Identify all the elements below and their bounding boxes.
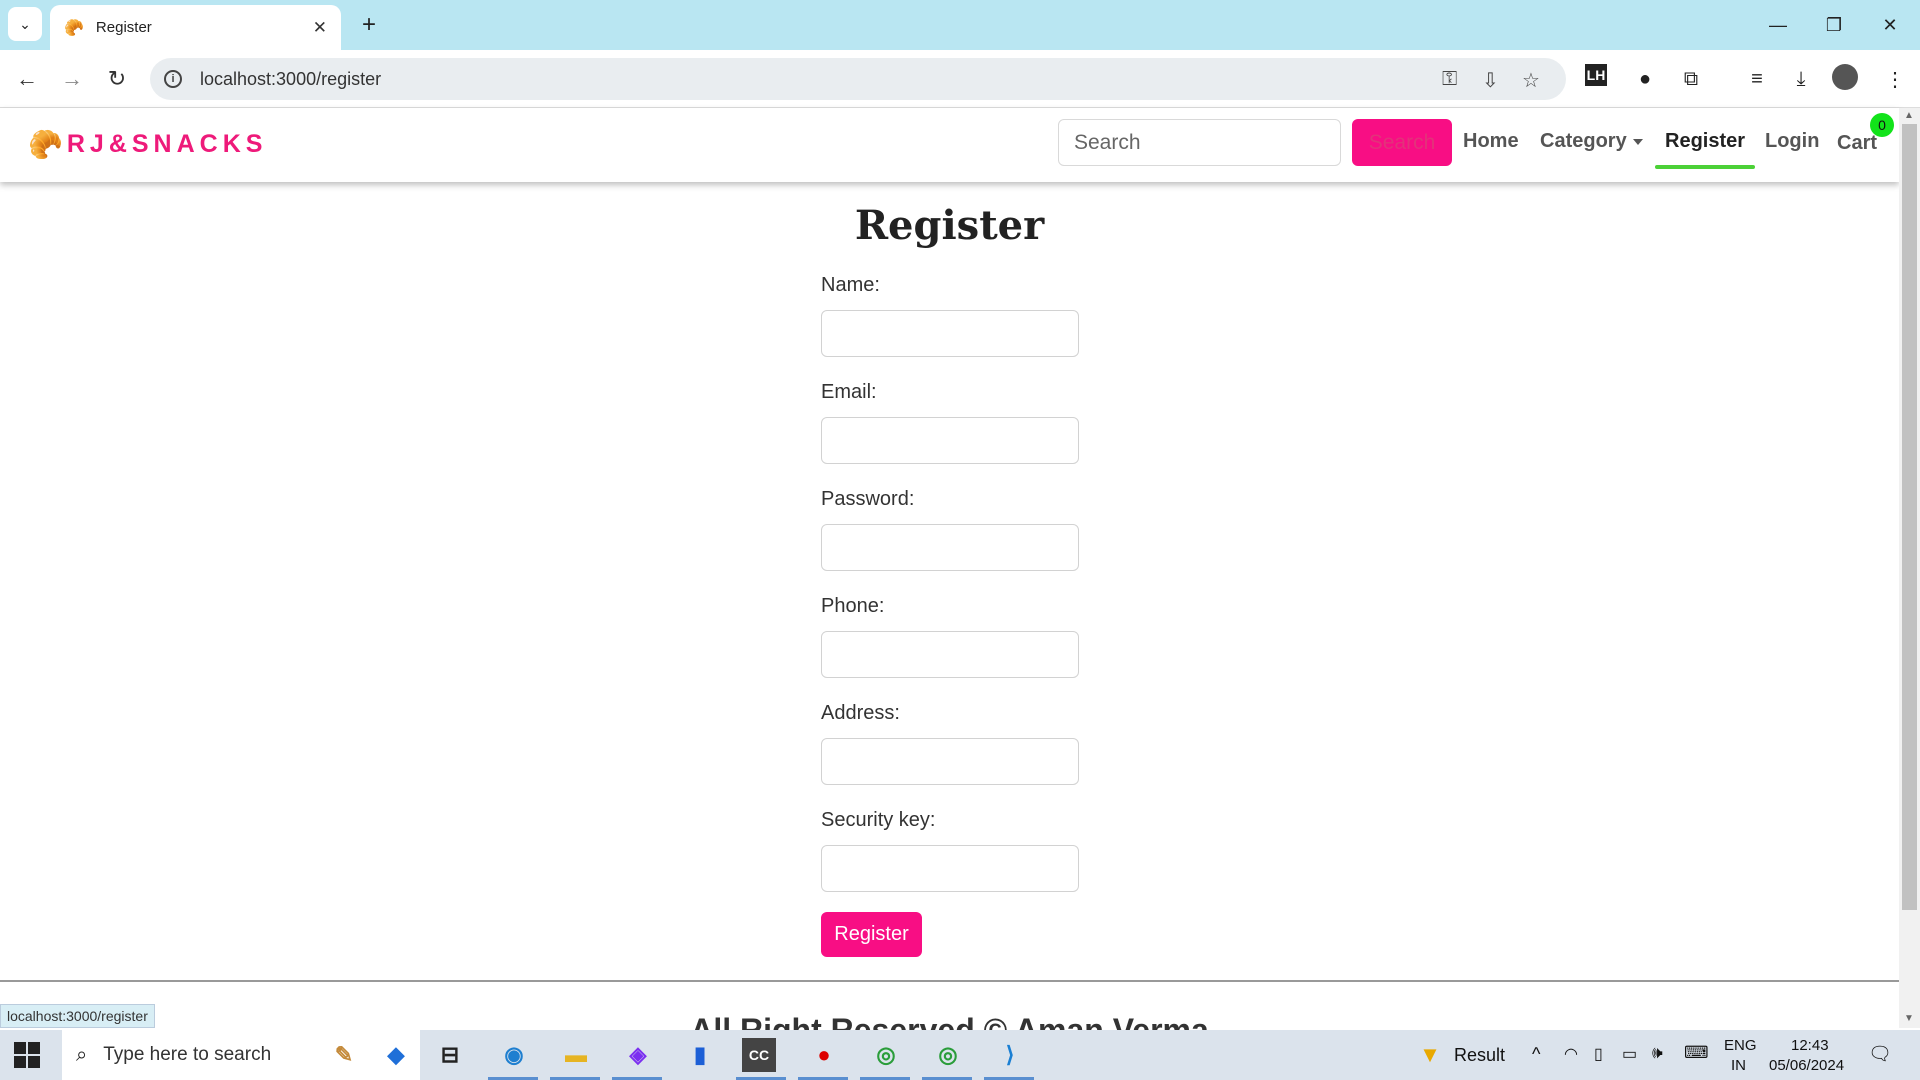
new-tab-plus-icon[interactable]: + (354, 10, 384, 40)
address-url[interactable]: localhost:3000/register (200, 69, 381, 90)
phone-label: Phone: (821, 595, 885, 617)
site-info-icon[interactable]: i (164, 70, 182, 88)
close-tab-icon[interactable]: ✕ (313, 18, 327, 38)
device-icon[interactable]: ▯ (1594, 1044, 1603, 1064)
volume-icon[interactable]: 🕪 (1652, 1043, 1663, 1063)
chrome-profile-icon[interactable]: ◎ (928, 1035, 968, 1075)
cc-app-icon[interactable]: CC (742, 1038, 776, 1072)
edge-browser-icon[interactable]: ◉ (494, 1035, 534, 1075)
search-button[interactable]: Search (1352, 119, 1452, 166)
red-app-icon[interactable]: ● (804, 1035, 844, 1075)
language-label[interactable]: ENG (1724, 1037, 1757, 1054)
password-label: Password: (821, 488, 915, 510)
scroll-thumb[interactable] (1902, 124, 1917, 910)
browser-tab-strip: ⌄ 🥐 Register ✕ + — ❐ ✕ (0, 0, 1920, 50)
browser-tab[interactable]: 🥐 Register ✕ (50, 5, 341, 50)
edge-pinned-icon[interactable]: ◆ (376, 1035, 416, 1075)
snack-favicon-icon: 🥐 (64, 19, 84, 37)
back-arrow-icon[interactable]: ← (10, 62, 44, 96)
beer-icon[interactable]: ▼ (1410, 1035, 1450, 1075)
site-navbar: 🥐 RJ&SNACKS Search Home Category Registe… (0, 108, 1899, 182)
chart-app-icon[interactable]: ▮ (680, 1035, 720, 1075)
nav-login-link[interactable]: Login (1765, 130, 1819, 153)
address-label: Address: (821, 702, 900, 724)
task-view-icon[interactable]: ⊟ (430, 1035, 470, 1075)
nav-home-link[interactable]: Home (1463, 130, 1519, 153)
minimize-icon[interactable]: — (1758, 10, 1798, 40)
scroll-up-arrow-icon[interactable]: ▲ (1904, 110, 1914, 121)
security-key-label: Security key: (821, 809, 936, 831)
page-title: Register (854, 202, 1045, 249)
active-nav-underline (1655, 165, 1755, 169)
restore-icon[interactable]: ❐ (1814, 10, 1854, 40)
tab-list-chevron-icon[interactable]: ⌄ (8, 7, 42, 41)
battery-icon[interactable]: ▭ (1622, 1044, 1637, 1064)
bookmark-star-icon[interactable]: ☆ (1522, 68, 1540, 93)
email-field[interactable] (821, 417, 1079, 464)
media-control-icon[interactable]: ≡ (1742, 64, 1772, 94)
visual-studio-icon[interactable]: ◈ (618, 1035, 658, 1075)
brand-name: RJ&SNACKS (66, 130, 268, 158)
notepad-app-icon[interactable]: ✎ (324, 1035, 364, 1075)
extensions-puzzle-icon[interactable]: ⧉ (1676, 64, 1706, 94)
windows-taskbar: ⌕ Type here to search ✎ ◆ ⊟ ◉ ▬ ◈ ▮ CC ●… (0, 1030, 1920, 1080)
github-extension-icon[interactable]: ● (1630, 64, 1660, 94)
window-close-icon[interactable]: ✕ (1870, 10, 1910, 40)
network-icon[interactable]: ◠ (1564, 1044, 1578, 1064)
forward-arrow-icon[interactable]: → (55, 62, 89, 96)
lighthouse-extension-icon[interactable]: LH (1585, 64, 1607, 86)
cart-count-badge: 0 (1870, 113, 1894, 137)
widget-result-text[interactable]: Result (1454, 1045, 1505, 1066)
caret-down-icon (1632, 138, 1643, 145)
profile-avatar[interactable] (1832, 64, 1858, 90)
windows-start-icon[interactable] (14, 1042, 40, 1068)
reload-icon[interactable]: ↻ (100, 62, 134, 96)
nav-category-dropdown[interactable]: Category (1540, 130, 1643, 153)
name-field[interactable] (821, 310, 1079, 357)
address-field[interactable] (821, 738, 1079, 785)
scroll-down-arrow-icon[interactable]: ▼ (1904, 1013, 1914, 1024)
browser-menu-icon[interactable]: ⋮ (1880, 64, 1910, 94)
downloads-icon[interactable]: ⤓ (1786, 64, 1816, 94)
chrome-icon[interactable]: ◎ (866, 1035, 906, 1075)
tab-title: Register (95, 19, 152, 36)
keyboard-icon[interactable]: ⌨ (1684, 1043, 1709, 1063)
footer-divider (0, 980, 1899, 982)
show-hidden-icons-icon[interactable]: ^ (1532, 1044, 1540, 1065)
password-key-icon[interactable]: ⚿ (1442, 68, 1457, 91)
name-label: Name: (821, 274, 880, 296)
install-app-icon[interactable]: ⇩ (1482, 68, 1499, 93)
address-bar[interactable]: i localhost:3000/register ⚿ ⇩ ☆ (150, 58, 1566, 100)
email-label: Email: (821, 381, 877, 403)
brand-logo-link[interactable]: 🥐 RJ&SNACKS (28, 128, 267, 161)
clock-date[interactable]: 05/06/2024 (1769, 1057, 1844, 1074)
site-search-input[interactable] (1058, 119, 1341, 166)
vscode-icon[interactable]: ⟩ (990, 1035, 1030, 1075)
security-key-field[interactable] (821, 845, 1079, 892)
nav-category-label: Category (1540, 130, 1627, 152)
taskbar-search-box[interactable]: ⌕ Type here to search (62, 1030, 420, 1080)
nav-cart-link[interactable]: Cart (1837, 132, 1877, 155)
register-submit-button[interactable]: Register (821, 912, 922, 957)
status-bar-url: localhost:3000/register (0, 1004, 155, 1028)
password-field[interactable] (821, 524, 1079, 571)
region-label[interactable]: IN (1731, 1057, 1746, 1074)
search-icon: ⌕ (76, 1043, 88, 1066)
nav-register-link[interactable]: Register (1665, 130, 1745, 153)
file-explorer-icon[interactable]: ▬ (556, 1035, 596, 1075)
snack-logo-icon: 🥐 (28, 129, 63, 160)
page-scrollbar[interactable]: ▲ ▼ (1899, 108, 1920, 1028)
notification-icon[interactable]: 🗨 (1868, 1042, 1892, 1066)
taskbar-search-placeholder: Type here to search (103, 1044, 272, 1065)
phone-field[interactable] (821, 631, 1079, 678)
clock-time[interactable]: 12:43 (1791, 1037, 1829, 1054)
